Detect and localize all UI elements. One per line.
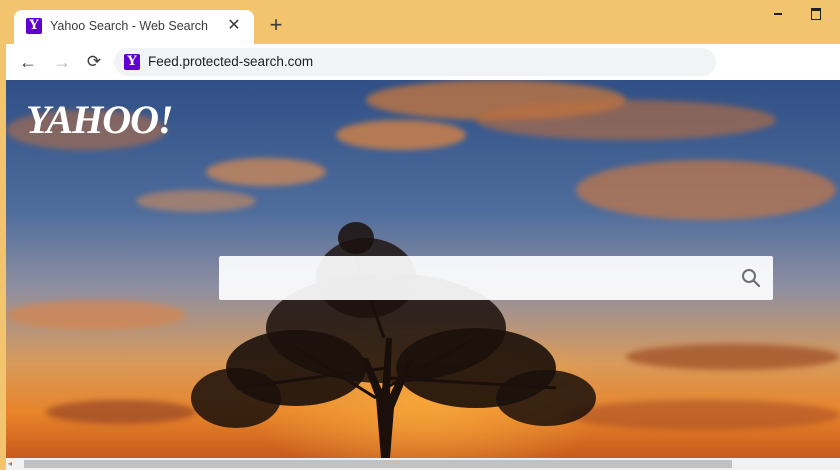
background-cloud	[6, 300, 186, 330]
title-bar: Y Yahoo Search - Web Search ✕ +	[0, 0, 840, 44]
scrollbar-thumb[interactable]	[24, 460, 732, 468]
back-arrow-icon[interactable]: ←	[16, 50, 40, 74]
horizontal-scrollbar[interactable]: ◂	[6, 458, 840, 470]
yahoo-favicon-icon: Y	[124, 54, 140, 70]
background-cloud	[336, 120, 466, 150]
address-bar[interactable]: Y Feed.protected-search.com	[114, 48, 716, 76]
background-cloud	[566, 400, 840, 430]
background-cloud	[46, 400, 196, 424]
search-icon[interactable]	[741, 268, 761, 288]
tab-title: Yahoo Search - Web Search	[50, 19, 208, 33]
scroll-left-icon[interactable]: ◂	[8, 460, 16, 468]
maximize-icon[interactable]	[804, 4, 828, 22]
browser-toolbar: ← → ⟳ Y Feed.protected-search.com	[6, 44, 840, 80]
search-box[interactable]	[219, 256, 773, 300]
browser-window: Y Yahoo Search - Web Search ✕ + ← → ⟳ Y …	[0, 0, 840, 470]
plus-icon[interactable]: +	[264, 14, 288, 38]
tree-silhouette	[191, 222, 596, 458]
yahoo-logo: YAHOO!	[26, 97, 174, 142]
yahoo-favicon-icon: Y	[26, 18, 42, 34]
page-content: YAHOO!	[6, 80, 840, 458]
reload-icon[interactable]: ⟳	[82, 50, 106, 74]
forward-arrow-icon[interactable]: →	[50, 50, 74, 74]
address-url[interactable]: Feed.protected-search.com	[148, 54, 313, 69]
minimize-icon[interactable]	[766, 4, 790, 22]
background-cloud	[136, 190, 256, 212]
background-cloud	[626, 344, 840, 370]
background-cloud	[206, 158, 326, 186]
search-input[interactable]	[229, 264, 723, 294]
tab-yahoo-search[interactable]: Y Yahoo Search - Web Search ✕	[14, 10, 254, 44]
background-cloud	[576, 160, 836, 220]
background-cloud	[476, 100, 776, 140]
close-icon[interactable]: ✕	[224, 16, 244, 36]
